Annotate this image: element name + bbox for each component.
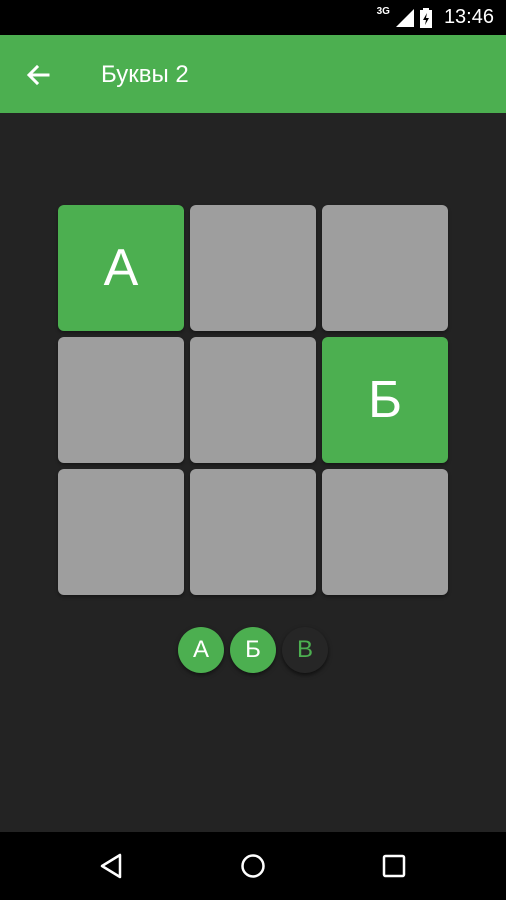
grid-cell[interactable] bbox=[190, 469, 316, 595]
grid-cell[interactable] bbox=[58, 469, 184, 595]
grid-cell[interactable] bbox=[190, 205, 316, 331]
navigation-bar bbox=[0, 832, 506, 900]
battery-icon bbox=[419, 7, 432, 28]
letter-chip-v: В bbox=[282, 627, 328, 673]
letter-grid: А Б bbox=[58, 205, 449, 596]
letter-chip-b: Б bbox=[230, 627, 276, 673]
network-type: 3G bbox=[376, 6, 390, 17]
app-bar: Буквы 2 bbox=[0, 35, 506, 113]
signal-icon bbox=[395, 8, 414, 27]
nav-recents-icon[interactable] bbox=[380, 852, 408, 880]
grid-cell[interactable]: А bbox=[58, 205, 184, 331]
grid-cell[interactable]: Б bbox=[322, 337, 448, 463]
grid-cell[interactable] bbox=[190, 337, 316, 463]
nav-home-icon[interactable] bbox=[239, 852, 267, 880]
grid-cell[interactable] bbox=[322, 205, 448, 331]
status-bar: 3G 13:46 bbox=[0, 0, 506, 35]
back-arrow-icon[interactable] bbox=[22, 59, 54, 91]
nav-back-icon[interactable] bbox=[98, 852, 126, 880]
grid-cell[interactable] bbox=[322, 469, 448, 595]
letter-progress: А Б В bbox=[178, 627, 328, 673]
clock: 13:46 bbox=[443, 6, 494, 28]
grid-cell[interactable] bbox=[58, 337, 184, 463]
page-title: Буквы 2 bbox=[101, 61, 189, 88]
game-area: А Б А Б В bbox=[0, 113, 506, 832]
letter-chip-a: А bbox=[178, 627, 224, 673]
